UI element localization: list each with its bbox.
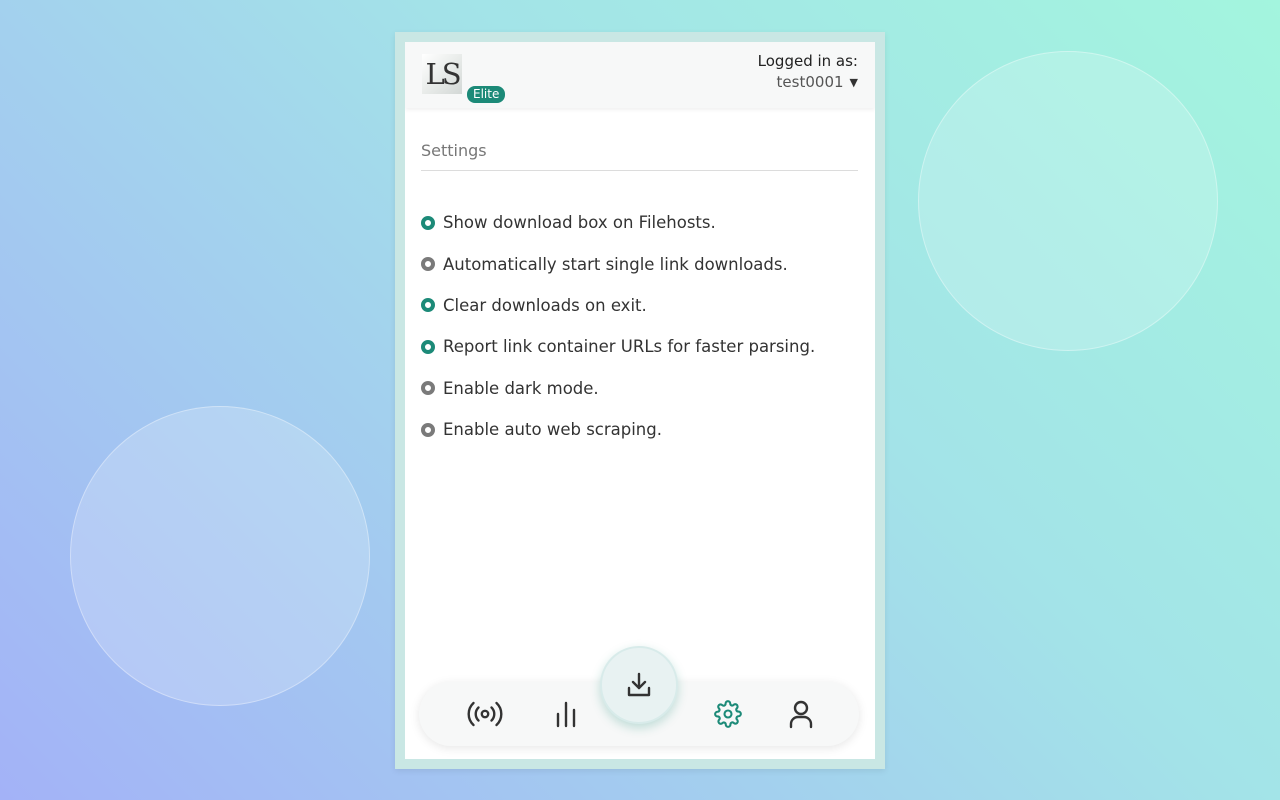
nav-stats-button[interactable] xyxy=(546,694,586,734)
logged-in-label: Logged in as: xyxy=(757,52,858,70)
radio-indicator[interactable] xyxy=(421,381,435,396)
header: LS Elite Logged in as: test0001 ▼ xyxy=(405,42,875,108)
bar-chart-icon xyxy=(556,701,576,728)
setting-show-download-box[interactable]: Show download box on Filehosts. xyxy=(421,202,815,243)
setting-label: Enable dark mode. xyxy=(443,378,599,398)
radio-indicator[interactable] xyxy=(421,257,435,272)
logo-text: LS xyxy=(425,57,461,91)
setting-dark-mode[interactable]: Enable dark mode. xyxy=(421,368,815,409)
caret-down-icon: ▼ xyxy=(849,75,858,89)
plan-badge: Elite xyxy=(467,86,506,103)
username: test0001 xyxy=(776,73,844,91)
nav-broadcast-button[interactable] xyxy=(465,694,505,734)
radio-indicator[interactable] xyxy=(421,339,435,354)
nav-settings-button[interactable] xyxy=(708,694,748,734)
settings-options: Show download box on Filehosts. Automati… xyxy=(421,202,815,450)
broadcast-icon xyxy=(467,701,503,727)
radio-indicator[interactable] xyxy=(421,422,435,437)
background-circle xyxy=(70,406,370,706)
setting-clear-downloads[interactable]: Clear downloads on exit. xyxy=(421,285,815,326)
background-circle xyxy=(918,51,1218,351)
radio-indicator[interactable] xyxy=(421,298,435,313)
account-dropdown[interactable]: test0001 ▼ xyxy=(777,73,858,91)
user-icon xyxy=(789,700,813,729)
nav-account-button[interactable] xyxy=(781,694,821,734)
setting-label: Report link container URLs for faster pa… xyxy=(443,337,816,357)
radio-indicator[interactable] xyxy=(421,215,435,230)
downloads-fab-button[interactable] xyxy=(600,646,678,724)
download-icon xyxy=(627,672,651,697)
extension-popup: LS Elite Logged in as: test0001 ▼ Settin… xyxy=(405,42,875,759)
divider xyxy=(421,170,858,171)
setting-label: Automatically start single link download… xyxy=(443,254,788,274)
app-logo: LS xyxy=(422,54,462,94)
gear-icon xyxy=(714,700,742,728)
setting-auto-web-scraping[interactable]: Enable auto web scraping. xyxy=(421,409,815,450)
setting-report-container-urls[interactable]: Report link container URLs for faster pa… xyxy=(421,326,815,367)
setting-label: Enable auto web scraping. xyxy=(443,420,662,440)
extension-popup-frame: LS Elite Logged in as: test0001 ▼ Settin… xyxy=(395,32,885,769)
setting-label: Show download box on Filehosts. xyxy=(443,213,716,233)
section-title: Settings xyxy=(421,141,487,160)
setting-label: Clear downloads on exit. xyxy=(443,295,647,315)
setting-auto-start-downloads[interactable]: Automatically start single link download… xyxy=(421,243,815,284)
